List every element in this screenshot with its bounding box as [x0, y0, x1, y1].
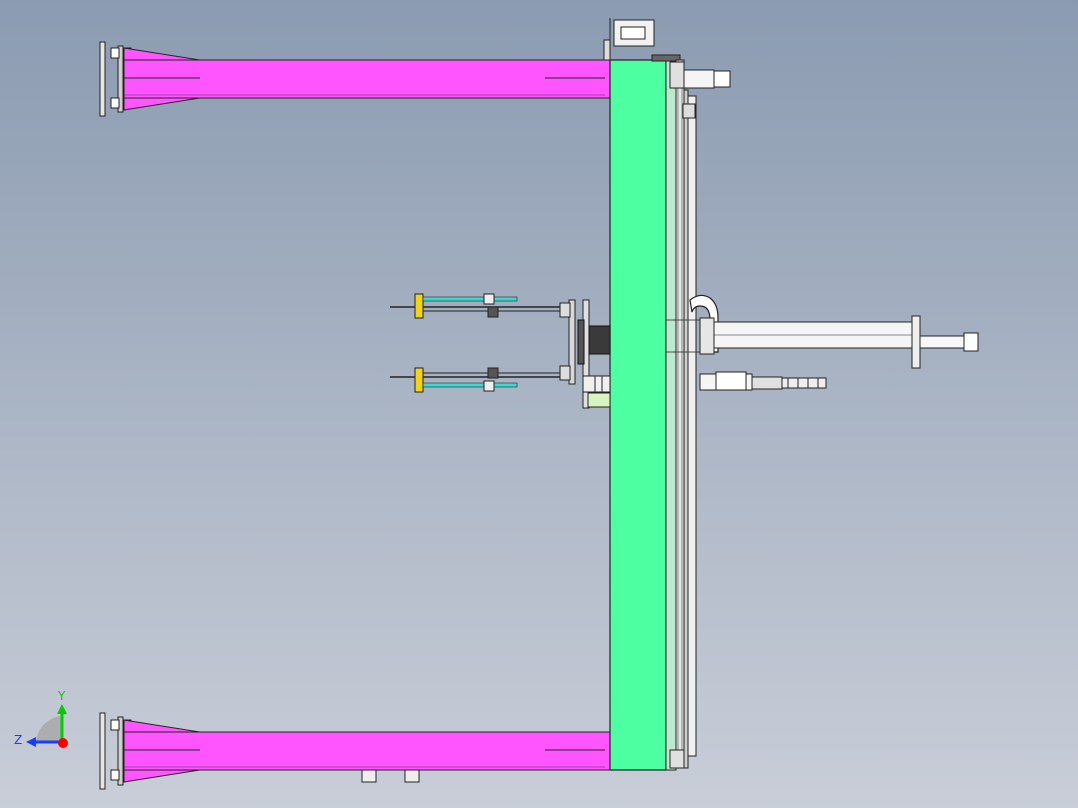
top-beam [123, 59, 611, 99]
column-side [665, 59, 677, 771]
bottom-end-plate [99, 712, 106, 790]
cad-viewport[interactable]: Y Z [0, 0, 1078, 808]
lower-cyan-rod [422, 382, 518, 388]
main-column[interactable] [603, 18, 681, 771]
side-motor [683, 69, 715, 89]
drum [588, 325, 611, 355]
upper-yellow-clamp [414, 293, 424, 319]
top-end-plate [99, 41, 106, 117]
piston-rod [919, 335, 967, 349]
triad-y-label: Y [57, 689, 66, 703]
floor-bracket-1 [361, 769, 377, 783]
lower-yellow-clamp [414, 367, 424, 393]
column-face [609, 59, 667, 771]
triad-z-label: Z [14, 733, 22, 747]
viewport-background [0, 0, 1078, 808]
upper-cyan-rod [422, 296, 518, 302]
floor-bracket-2 [404, 769, 420, 783]
bottom-beam [123, 731, 611, 771]
